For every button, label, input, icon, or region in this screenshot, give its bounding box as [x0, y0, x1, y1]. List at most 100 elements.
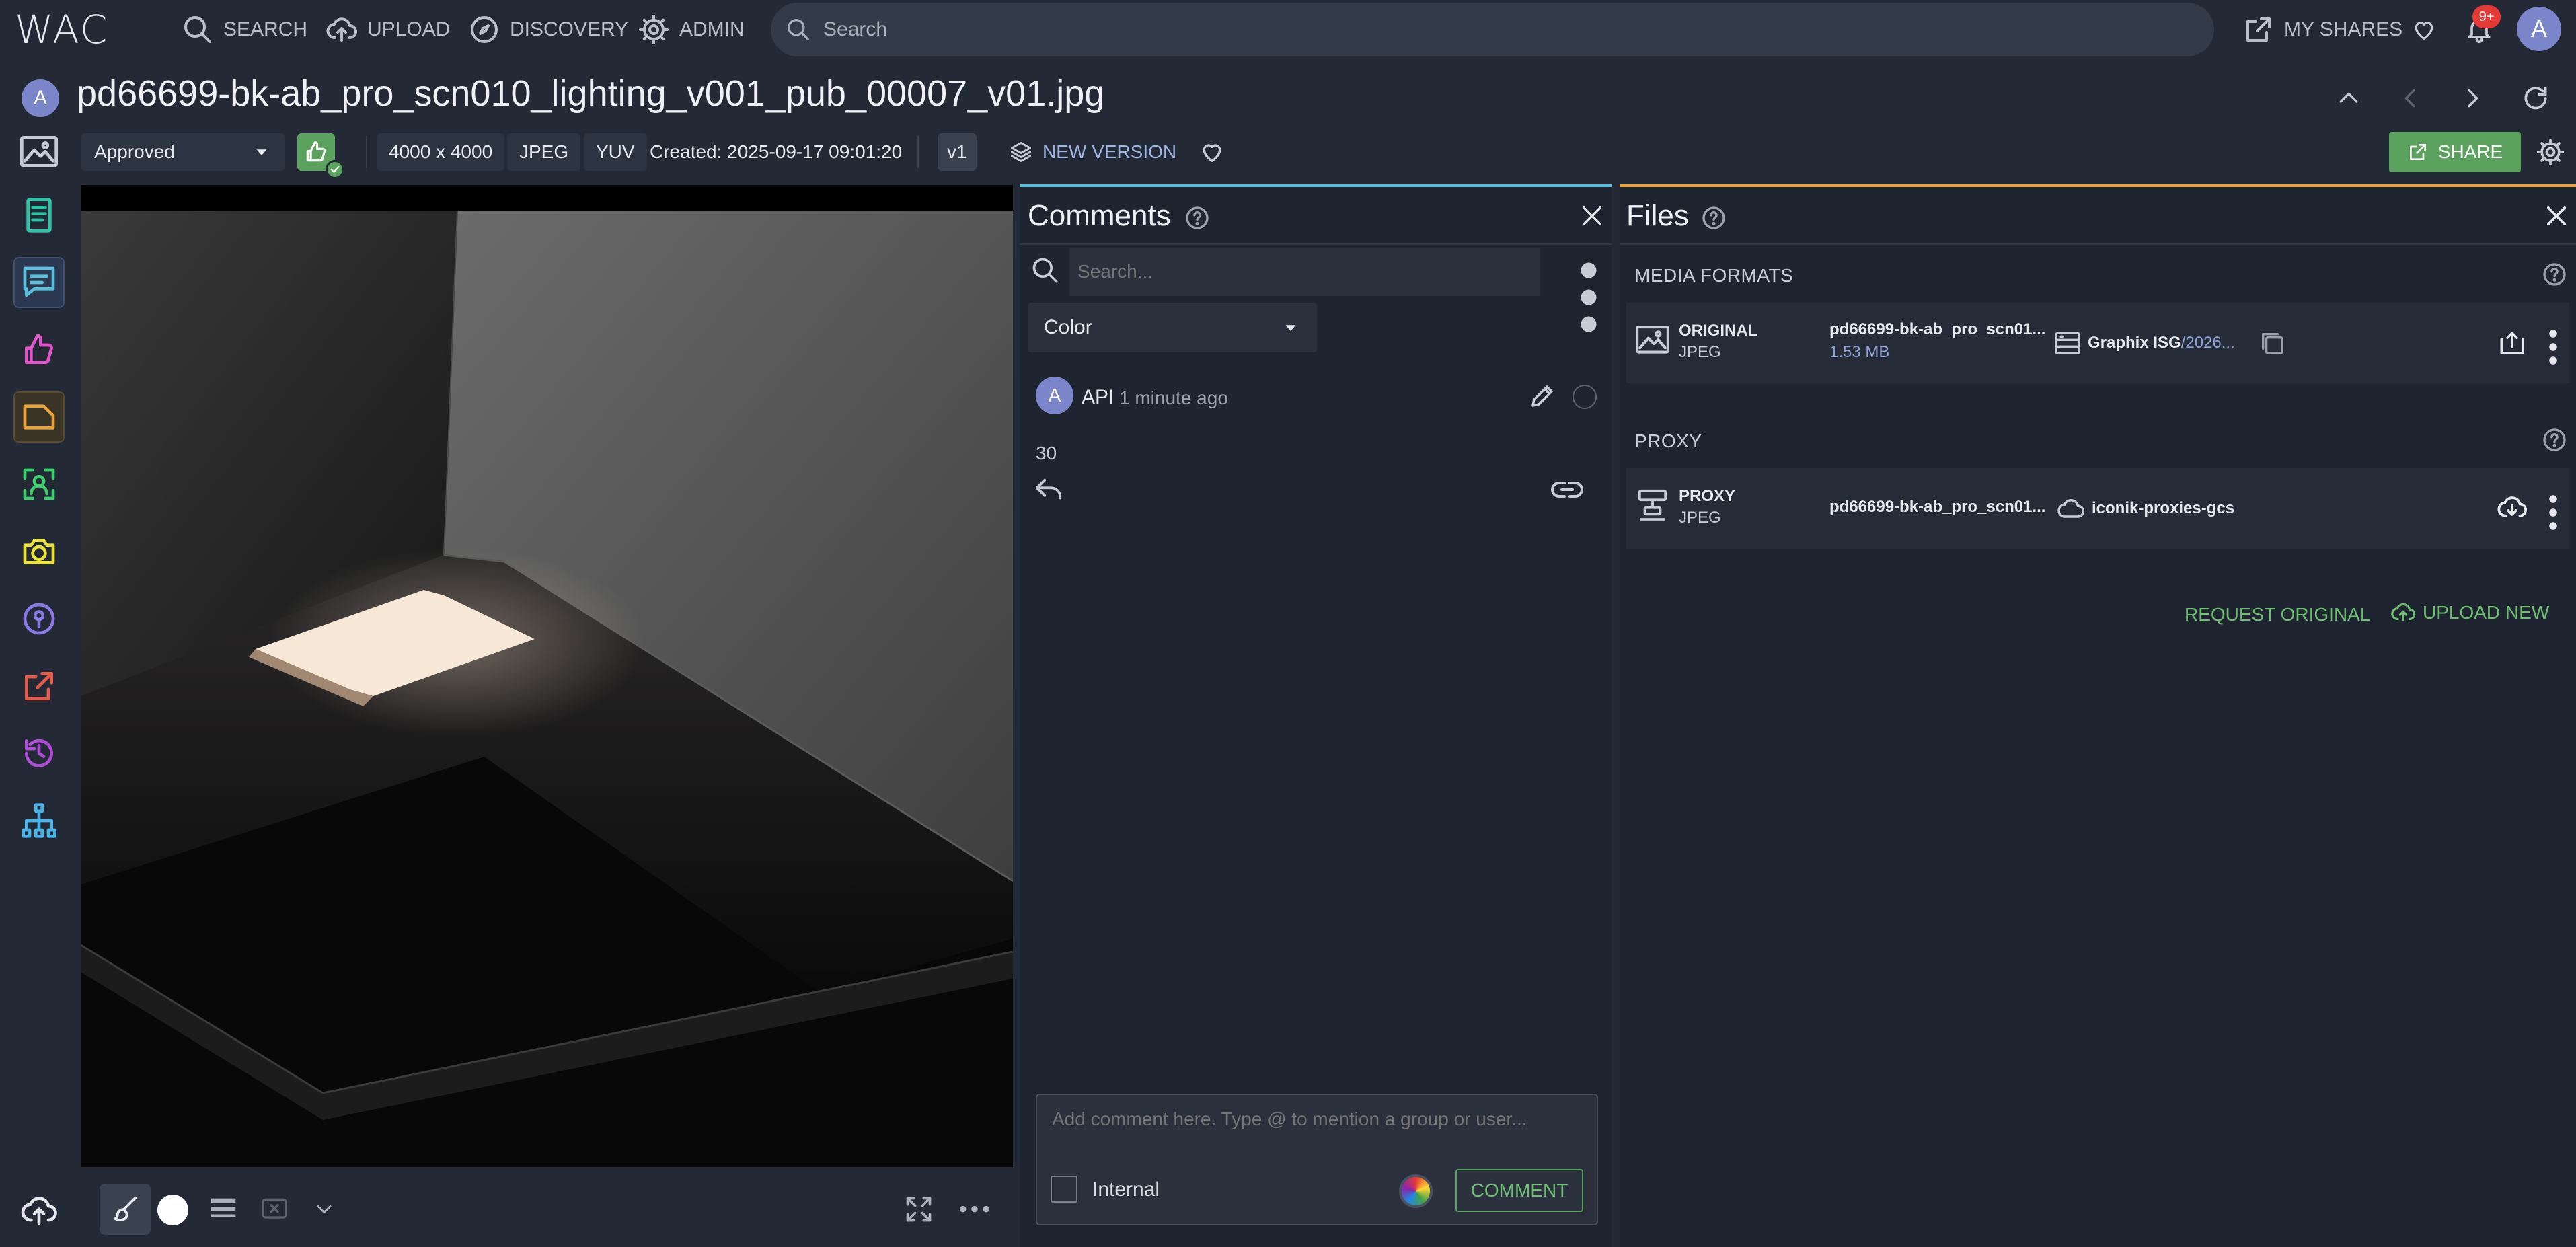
- share-button[interactable]: SHARE: [2389, 132, 2521, 172]
- original-filename: pd66699-bk-ab_pro_scn01...: [1829, 320, 2046, 338]
- comments-menu-button[interactable]: [1575, 257, 1602, 332]
- notification-badge: 9+: [2472, 5, 2501, 28]
- upload-new-button[interactable]: UPLOAD NEW: [2390, 601, 2549, 624]
- nav-discovery[interactable]: DISCOVERY: [468, 13, 628, 46]
- nav-search[interactable]: SEARCH: [182, 13, 307, 46]
- image-icon-wrap: [1636, 326, 1669, 355]
- new-version-label: NEW VERSION: [1043, 141, 1177, 162]
- proxy-help-button[interactable]: [2541, 426, 2568, 453]
- new-version-button[interactable]: NEW VERSION: [1009, 139, 1176, 165]
- line-weight-button[interactable]: [209, 1196, 238, 1223]
- created-date: Created: 2025-09-17 09:01:20: [650, 141, 903, 162]
- viewer-toolbar: [81, 1170, 1013, 1247]
- close-files-button[interactable]: [2542, 202, 2571, 230]
- more-tools-dropdown[interactable]: [312, 1197, 336, 1221]
- help-icon: [2543, 428, 2566, 451]
- share-box-icon: [2409, 144, 2426, 160]
- version-chip[interactable]: v1: [938, 133, 977, 171]
- nav-upload[interactable]: UPLOAD: [326, 13, 450, 46]
- favorite-asset-button[interactable]: [1199, 139, 1225, 165]
- internal-checkbox[interactable]: [1051, 1176, 1077, 1203]
- comments-search-input[interactable]: [1069, 248, 1540, 296]
- my-shares-label: MY SHARES: [2284, 18, 2403, 40]
- sidebar-history[interactable]: [13, 728, 65, 779]
- refresh-button[interactable]: [2521, 83, 2550, 113]
- original-menu-button[interactable]: [2546, 327, 2560, 365]
- share-box-icon: [2246, 17, 2271, 42]
- global-search-input[interactable]: [823, 18, 2101, 41]
- more-vertical-icon: [2549, 330, 2557, 365]
- submit-comment-button[interactable]: COMMENT: [1455, 1169, 1583, 1212]
- comment-textarea[interactable]: [1038, 1096, 1595, 1150]
- original-format: JPEG: [1679, 343, 1721, 361]
- comment-icon: [23, 266, 55, 297]
- sidebar-comments[interactable]: [13, 257, 65, 308]
- thumbs-up-icon: [25, 334, 53, 364]
- gear-icon: [639, 15, 669, 44]
- settings-button[interactable]: [2536, 137, 2565, 167]
- storage-icon-wrap: [2054, 331, 2081, 355]
- annotate-brush-button[interactable]: [100, 1184, 151, 1235]
- reply-button[interactable]: [1033, 476, 1064, 503]
- cloud-icon-wrap: [2057, 498, 2085, 521]
- cloud-upload-icon: [21, 1197, 57, 1225]
- nav-discovery-label: DISCOVERY: [510, 18, 629, 40]
- approval-status-select[interactable]: Approved: [81, 133, 285, 171]
- proxy-file-row[interactable]: PROXY JPEG pd66699-bk-ab_pro_scn01... ic…: [1626, 468, 2569, 549]
- edit-comment-button[interactable]: [1528, 382, 1556, 410]
- search-icon: [788, 19, 809, 40]
- sidebar-metadata[interactable]: [13, 190, 65, 241]
- copy-path-button[interactable]: [2259, 330, 2285, 356]
- sidebar-upload[interactable]: [13, 1185, 65, 1236]
- user-avatar[interactable]: A: [2517, 7, 2561, 51]
- annotation-color-picker[interactable]: [1399, 1174, 1433, 1208]
- image-icon: [1636, 326, 1669, 354]
- comment-item: A API 1 minute ago 30: [1020, 369, 1612, 530]
- request-original-button[interactable]: REQUEST ORIGINAL: [2185, 604, 2370, 626]
- resolve-comment-toggle[interactable]: [1573, 385, 1597, 409]
- brush-color-swatch[interactable]: [157, 1195, 188, 1225]
- nav-admin[interactable]: ADMIN: [638, 13, 745, 46]
- favorites-button[interactable]: [2411, 16, 2437, 43]
- sidebar-relations[interactable]: [13, 795, 65, 846]
- sidebar-faces[interactable]: [13, 459, 65, 510]
- comment-body: 30: [1036, 443, 1057, 463]
- app-logo[interactable]: WAC: [15, 9, 149, 50]
- next-asset-button[interactable]: [2459, 85, 2486, 112]
- comments-filter-select[interactable]: Color: [1028, 303, 1317, 352]
- image-viewer[interactable]: [81, 185, 1013, 1167]
- global-search[interactable]: [771, 3, 2214, 56]
- share-box-icon: [25, 672, 53, 700]
- pencil-icon: [1531, 385, 1553, 407]
- sidebar-approvals[interactable]: [13, 324, 65, 375]
- clear-annotations-button[interactable]: [261, 1197, 288, 1221]
- sidebar-snapshots[interactable]: [13, 526, 65, 577]
- face-recognition-icon: [23, 468, 55, 500]
- share-label: SHARE: [2437, 141, 2503, 162]
- my-shares-button[interactable]: MY SHARES: [2242, 13, 2402, 46]
- check-icon: [330, 166, 340, 173]
- close-comments-button[interactable]: [1578, 202, 1606, 230]
- collapse-button[interactable]: [2335, 85, 2362, 112]
- sidebar-permissions[interactable]: [13, 593, 65, 644]
- sidebar-files[interactable]: [13, 391, 65, 443]
- export-original-button[interactable]: [2498, 330, 2526, 356]
- chevron-left-icon: [2404, 89, 2415, 108]
- files-help-button[interactable]: [1700, 204, 1727, 231]
- proxy-filename: pd66699-bk-ab_pro_scn01...: [1829, 498, 2046, 516]
- copy-comment-link-button[interactable]: [1551, 476, 1583, 503]
- media-formats-help-button[interactable]: [2541, 261, 2568, 288]
- sidebar-shares[interactable]: [13, 660, 65, 712]
- comments-help-button[interactable]: [1184, 204, 1211, 231]
- previous-asset-button[interactable]: [2397, 85, 2424, 112]
- viewer-more-button[interactable]: [959, 1204, 990, 1215]
- help-icon: [1702, 206, 1725, 229]
- download-proxy-button[interactable]: [2497, 495, 2528, 522]
- proxy-menu-button[interactable]: [2546, 492, 2560, 530]
- heart-icon: [2415, 22, 2433, 40]
- nav-search-label: SEARCH: [223, 18, 308, 40]
- fullscreen-button[interactable]: [904, 1195, 934, 1224]
- original-file-row[interactable]: ORIGINAL JPEG pd66699-bk-ab_pro_scn01...…: [1626, 303, 2569, 383]
- cloud-upload-icon: [326, 17, 357, 42]
- owner-avatar[interactable]: A: [22, 79, 59, 117]
